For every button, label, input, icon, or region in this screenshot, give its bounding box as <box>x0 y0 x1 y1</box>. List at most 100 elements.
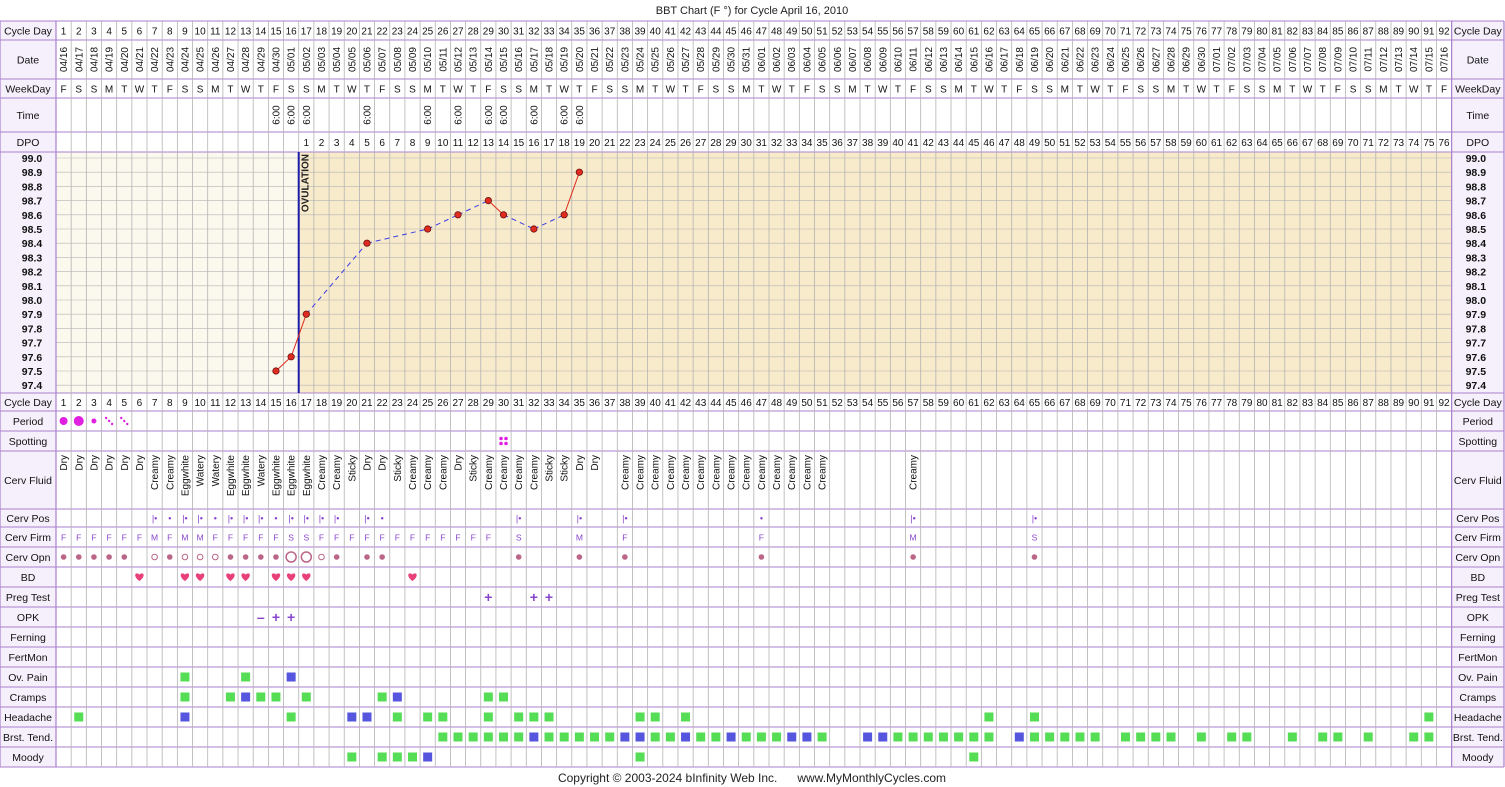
breast-tenderness-marker <box>802 732 812 742</box>
y-tick-label-right: 97.8 <box>1466 323 1487 335</box>
cerv-firm-marker: F <box>440 533 445 543</box>
cerv-pos-marker: |• <box>622 514 628 524</box>
dpo-number: 70 <box>1347 138 1359 149</box>
headache-marker <box>544 712 554 722</box>
weekday-label: S <box>1137 85 1144 96</box>
weekday-label: T <box>895 85 901 96</box>
cycle-day-number: 38 <box>619 398 631 409</box>
y-tick-label: 98.7 <box>22 196 43 208</box>
cerv-opn-marker <box>91 554 97 560</box>
cerv-pos-marker: • <box>274 514 277 524</box>
cycle-day-number: 84 <box>1317 398 1329 409</box>
cramps-marker <box>256 692 266 702</box>
moody-marker <box>635 752 645 762</box>
y-tick-label-right: 97.6 <box>1466 352 1487 364</box>
time-label: 6:00 <box>529 105 540 125</box>
dpo-number: 5 <box>364 138 370 149</box>
bbt-chart: BBT Chart (F °) for Cycle April 16, 2010… <box>0 0 1505 787</box>
cycle-day-number: 20 <box>346 398 358 409</box>
cycle-day-number: 37 <box>604 27 616 38</box>
cycle-day-number: 6 <box>137 27 143 38</box>
cycle-day-number: 84 <box>1317 27 1329 38</box>
cycle-day-number: 33 <box>543 27 555 38</box>
cerv-opn-marker <box>121 554 128 560</box>
weekday-label: W <box>453 85 463 96</box>
cycle-day-number: 58 <box>923 27 935 38</box>
breast-tenderness-marker <box>1318 732 1328 742</box>
cycle-day-number: 3 <box>91 27 97 38</box>
cerv-fluid-label: Watery <box>196 455 207 486</box>
date-label: 07/09 <box>1333 47 1344 72</box>
row-label-right-period: Period <box>1463 416 1494 428</box>
breast-tenderness-marker <box>1242 732 1252 742</box>
weekday-label: F <box>910 85 916 96</box>
row-label-right-dpo: DPO <box>1466 137 1489 149</box>
weekday-label: T <box>1426 85 1432 96</box>
dpo-number: 31 <box>756 138 768 149</box>
row-label-right-ferning: Ferning <box>1460 632 1496 644</box>
row-label-right-cycle-day: Cycle Day <box>1454 397 1503 409</box>
date-label: 06/21 <box>1060 47 1071 72</box>
row-label-cycle-day: Cycle Day <box>4 26 53 38</box>
dpo-number: 10 <box>437 138 449 149</box>
cerv-pos-marker: |• <box>516 514 522 524</box>
y-tick-label: 97.7 <box>22 338 43 350</box>
cycle-day-number: 44 <box>710 27 722 38</box>
cycle-day-number: 86 <box>1347 27 1359 38</box>
cerv-firm-marker: F <box>122 533 127 543</box>
moody-marker <box>423 752 433 762</box>
date-label: 07/16 <box>1440 47 1451 72</box>
cycle-day-number: 83 <box>1302 27 1314 38</box>
cycle-day-number: 16 <box>286 398 298 409</box>
breast-tenderness-marker <box>878 732 888 742</box>
cycle-day-number: 7 <box>152 27 158 38</box>
y-tick-label-right: 98.3 <box>1466 252 1487 264</box>
headache-marker <box>347 712 357 722</box>
date-label: 06/14 <box>954 47 965 72</box>
date-label: 07/04 <box>1258 47 1269 72</box>
dpo-number: 44 <box>953 138 965 149</box>
cycle-day-number: 35 <box>574 398 586 409</box>
row-label-right-ov-pain: Ov. Pain <box>1458 672 1498 684</box>
spotting-marker <box>504 441 508 446</box>
dpo-number: 13 <box>483 138 495 149</box>
date-label: 07/06 <box>1288 47 1299 72</box>
dpo-number: 54 <box>1105 138 1117 149</box>
row-label-right-cerv-pos: Cerv Pos <box>1456 513 1499 525</box>
cycle-day-number: 28 <box>468 27 480 38</box>
time-label: 6:00 <box>302 105 313 125</box>
dpo-number: 25 <box>665 138 677 149</box>
weekday-label: S <box>819 85 826 96</box>
period-marker <box>59 417 68 425</box>
dpo-number: 20 <box>589 138 601 149</box>
date-label: 06/03 <box>787 47 798 72</box>
date-label: 07/03 <box>1242 47 1253 72</box>
row-label-right-bd: BD <box>1471 572 1486 584</box>
temperature-point <box>560 211 568 219</box>
cycle-day-number: 34 <box>559 398 571 409</box>
cycle-day-number: 87 <box>1363 27 1375 38</box>
cerv-fluid-label: Creamy <box>408 455 419 490</box>
date-label: 04/20 <box>120 47 131 72</box>
cycle-day-number: 73 <box>1150 27 1162 38</box>
dpo-number: 38 <box>862 138 874 149</box>
weekday-label: M <box>636 85 644 96</box>
cycle-day-number: 26 <box>437 27 449 38</box>
cycle-day-number: 19 <box>331 398 343 409</box>
dpo-number: 73 <box>1393 138 1405 149</box>
cerv-firm-marker: F <box>243 533 248 543</box>
date-label: 07/15 <box>1424 47 1435 72</box>
headache-marker <box>635 712 645 722</box>
weekday-label: F <box>591 85 597 96</box>
weekday-label: F <box>1016 85 1022 96</box>
y-tick-label: 98.4 <box>22 238 43 250</box>
cycle-day-number: 17 <box>301 398 313 409</box>
row-label-right-cycle-day: Cycle Day <box>1454 26 1503 38</box>
cycle-day-number: 32 <box>528 398 540 409</box>
cerv-fluid-label: Creamy <box>742 455 753 490</box>
cerv-fluid-label: Eggwhite <box>180 455 191 497</box>
date-label: 05/14 <box>484 47 495 72</box>
cycle-day-number: 67 <box>1059 27 1071 38</box>
cycle-day-number: 80 <box>1256 398 1268 409</box>
cerv-fluid-label: Dry <box>378 455 389 471</box>
